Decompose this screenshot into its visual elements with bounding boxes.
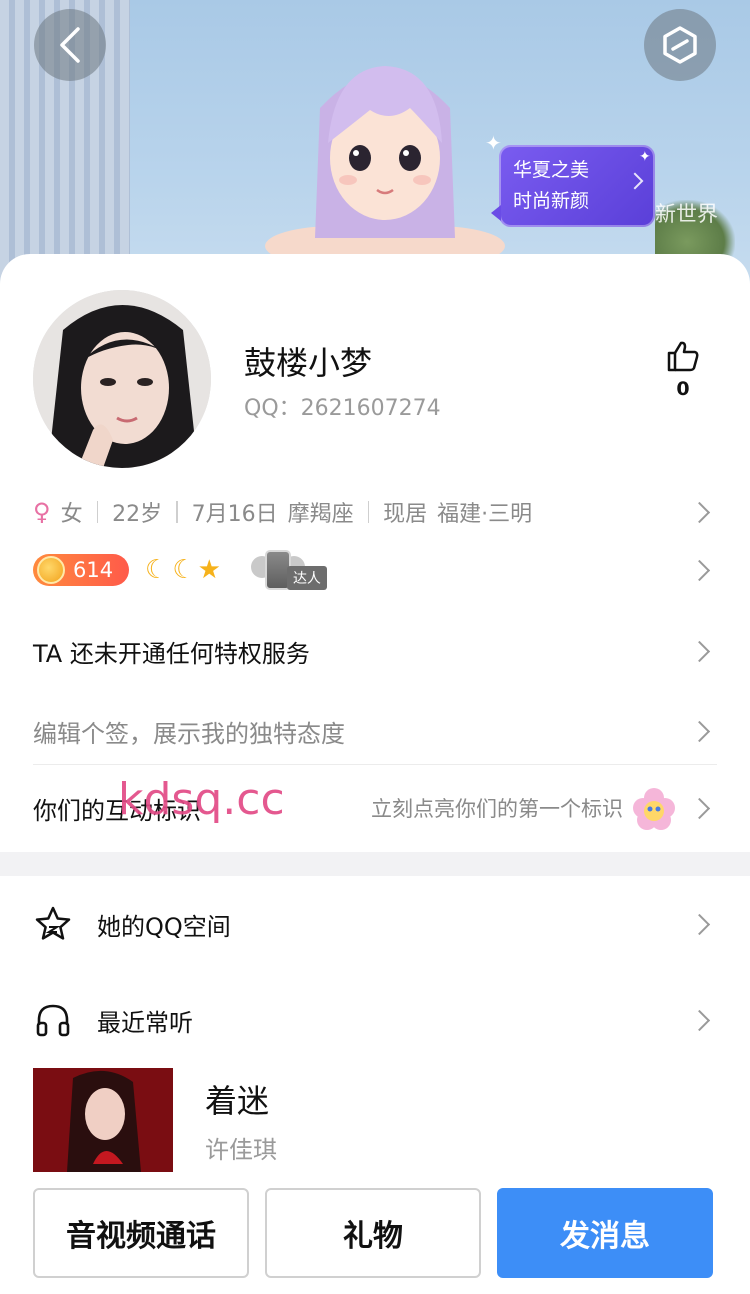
star-outline-icon — [33, 904, 73, 944]
song-artist: 许佳琪 — [205, 1136, 277, 1164]
qq-number: 2621607274 — [300, 396, 441, 421]
divider — [176, 501, 178, 523]
recent-music-row[interactable]: 最近常听 — [33, 998, 717, 1042]
profile-card: 鼓楼小梦 QQ：2621607274 0 ♀ 女 22岁 7月16日 摩羯座 现… — [0, 254, 750, 1294]
send-message-button[interactable]: 发消息 — [497, 1188, 713, 1278]
song-item[interactable]: 着迷 许佳琪 — [33, 1068, 717, 1172]
qq-label: QQ： — [244, 396, 301, 421]
interaction-hint: 立刻点亮你们的第一个标识 — [371, 797, 623, 821]
butterfly-icon: ✦ — [485, 131, 502, 155]
qq-level-badge: 614 — [33, 554, 129, 586]
chevron-right-icon — [688, 797, 711, 819]
signature-placeholder: 编辑个签，展示我的独特态度 — [33, 719, 345, 748]
qzone-row[interactable]: 她的QQ空间 — [33, 902, 717, 946]
sun-icon — [37, 556, 65, 584]
age: 22岁 — [112, 502, 163, 527]
moon-icon: ☾ — [145, 555, 169, 585]
like-button[interactable]: 0 — [660, 340, 706, 406]
chevron-right-icon — [688, 1009, 711, 1031]
qq-level: 614 — [73, 558, 114, 582]
residence-label: 现居 — [383, 502, 428, 527]
chevron-right-icon — [688, 640, 711, 662]
avatar-3d-character[interactable] — [250, 48, 520, 278]
divider — [367, 501, 370, 523]
world-label: 新世界 — [655, 202, 718, 226]
star-icon: ★ — [197, 555, 221, 585]
moon-icon: ☾ — [172, 555, 196, 585]
residence: 福建·三明 — [437, 502, 533, 527]
section-divider — [0, 852, 750, 876]
thumbs-up-icon — [667, 341, 699, 372]
gift-button[interactable]: 礼物 — [265, 1188, 481, 1278]
privilege-text: TA 还未开通任何特权服务 — [33, 639, 310, 668]
more-options-button[interactable] — [644, 9, 716, 81]
chevron-right-icon — [688, 559, 711, 581]
headphones-icon — [33, 1000, 73, 1040]
qq-number-line: QQ：2621607274 — [244, 390, 441, 422]
promo-line-2: 时尚新颜 — [513, 190, 590, 212]
basic-info-row[interactable]: ♀ 女 22岁 7月16日 摩羯座 现居 福建·三明 — [33, 490, 717, 534]
divider — [33, 764, 717, 765]
album-cover — [33, 1068, 173, 1172]
recent-music-label: 最近常听 — [97, 1008, 193, 1037]
chevron-right-icon — [688, 913, 711, 935]
daren-label: 达人 — [286, 566, 327, 590]
gender: 女 — [60, 502, 83, 527]
divider — [96, 501, 99, 523]
promo-bubble[interactable]: ✦ ✦ 华夏之美 时尚新颜 — [485, 131, 655, 227]
chevron-left-icon — [60, 27, 80, 63]
avatar-image — [33, 290, 211, 468]
chevron-right-icon — [688, 720, 711, 742]
chevron-right-icon — [688, 501, 711, 523]
flower-icon — [633, 788, 675, 830]
qzone-label: 她的QQ空间 — [97, 912, 231, 941]
female-icon: ♀ — [33, 498, 51, 526]
song-title: 着迷 — [205, 1082, 270, 1120]
birthday: 7月16日 — [191, 502, 278, 527]
sparkle-icon: ✦ — [639, 149, 651, 165]
video-call-button[interactable]: 音视频通话 — [33, 1188, 249, 1278]
privilege-row[interactable]: TA 还未开通任何特权服务 — [33, 630, 717, 672]
like-count: 0 — [676, 378, 690, 400]
profile-avatar[interactable] — [33, 290, 211, 468]
promo-bubble-tail — [491, 205, 501, 221]
watermark-text: kdsq.cc — [118, 774, 285, 825]
hexagon-minus-icon — [663, 26, 697, 64]
nickname: 鼓楼小梦 — [244, 344, 373, 382]
back-button[interactable] — [34, 9, 106, 81]
signature-row[interactable]: 编辑个签，展示我的独特态度 — [33, 710, 717, 752]
daren-badge: 达人 — [250, 548, 343, 592]
badge-row[interactable]: 614 ☾ ☾ ★ 达人 — [33, 548, 717, 592]
zodiac: 摩羯座 — [287, 502, 354, 527]
